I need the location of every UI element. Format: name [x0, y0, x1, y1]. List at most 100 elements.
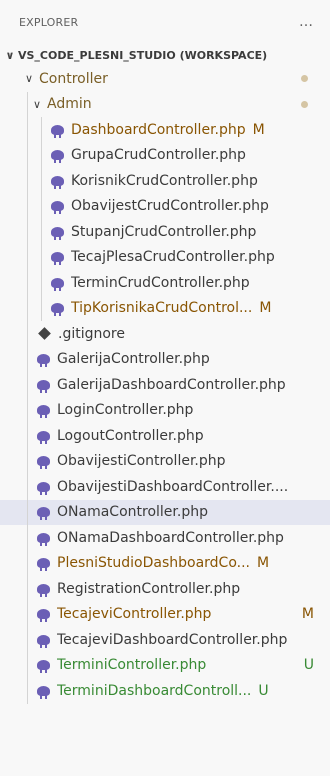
- chevron-down-icon: ∨: [32, 97, 42, 111]
- indent-guide: [27, 550, 28, 576]
- file-item[interactable]: DashboardController.php M: [0, 117, 330, 143]
- php-file-icon: [51, 124, 64, 138]
- modified-dot-icon: [301, 100, 308, 108]
- indent-guide: [27, 219, 28, 245]
- php-file-icon: [37, 354, 50, 368]
- file-name: LoginController.php: [57, 402, 194, 419]
- file-name: LogoutController.php: [57, 427, 204, 444]
- git-status-badge: M: [301, 605, 314, 622]
- file-name: StupanjCrudController.php: [71, 223, 257, 240]
- php-file-icon: [37, 609, 50, 623]
- chevron-down-icon: ∨: [5, 48, 15, 62]
- file-item[interactable]: ObavijestiController.php: [0, 448, 330, 474]
- file-item[interactable]: LogoutController.php: [0, 423, 330, 449]
- git-status-badge: M: [259, 300, 272, 317]
- indent-guide: [27, 193, 28, 219]
- php-file-icon: [37, 660, 50, 674]
- indent-guide: [27, 321, 28, 347]
- php-file-icon: [37, 685, 50, 699]
- php-file-icon: [37, 558, 50, 572]
- file-name: ONamaController.php: [57, 504, 208, 521]
- indent-guide: [27, 601, 28, 627]
- file-item[interactable]: TipKorisnikaCrudControl... M: [0, 295, 330, 321]
- file-item[interactable]: TerminiDashboardControll... U: [0, 678, 330, 704]
- php-file-icon: [37, 634, 50, 648]
- file-item[interactable]: GrupaCrudController.php: [0, 142, 330, 168]
- indent-guide: [27, 397, 28, 423]
- explorer-title: EXPLORER: [19, 15, 79, 29]
- file-name: TipKorisnikaCrudControl...: [71, 300, 253, 317]
- file-name: KorisnikCrudController.php: [71, 172, 258, 189]
- indent-guide: [27, 423, 28, 449]
- file-item[interactable]: GalerijaController.php: [0, 346, 330, 372]
- indent-guide: [27, 270, 28, 296]
- git-status-badge: U: [303, 656, 314, 673]
- controller-file-list: .gitignore GalerijaController.php Galerija…: [0, 321, 330, 704]
- file-item[interactable]: ONamaController.php: [0, 499, 330, 525]
- php-file-icon: [37, 481, 50, 495]
- file-name: PlesniStudioDashboardCo...: [57, 555, 250, 572]
- file-name: ObavijestiDashboardController....: [57, 478, 289, 495]
- indent-guide: [27, 525, 28, 551]
- file-item[interactable]: LoginController.php: [0, 397, 330, 423]
- file-item[interactable]: .gitignore: [0, 321, 330, 347]
- php-file-icon: [37, 379, 50, 393]
- indent-guide: [27, 372, 28, 398]
- php-file-icon: [51, 252, 64, 266]
- indent-guide: [41, 270, 42, 296]
- file-item[interactable]: TerminCrudController.php: [0, 270, 330, 296]
- file-name: TecajeviController.php: [57, 606, 212, 623]
- php-file-icon: [51, 175, 64, 189]
- folder-controller-label: Controller: [39, 70, 108, 87]
- modified-dot-icon: [301, 75, 308, 82]
- indent-guide: [27, 91, 28, 117]
- file-item[interactable]: TerminiController.php U: [0, 652, 330, 678]
- php-file-icon: [37, 430, 50, 444]
- file-item[interactable]: GalerijaDashboardController.php: [0, 372, 330, 398]
- file-item[interactable]: TecajeviController.php M: [0, 601, 330, 627]
- file-name: TerminCrudController.php: [71, 274, 250, 291]
- php-file-icon: [51, 277, 64, 291]
- workspace-name: VS_CODE_PLESNI_STUDIO (WORKSPACE): [18, 48, 268, 62]
- php-file-icon: [37, 456, 50, 470]
- file-item[interactable]: ObavijestCrudController.php: [0, 193, 330, 219]
- php-file-icon: [37, 532, 50, 546]
- php-file-icon: [51, 150, 64, 164]
- file-item[interactable]: StupanjCrudController.php: [0, 219, 330, 245]
- explorer-header: EXPLORER …: [0, 0, 330, 44]
- file-item[interactable]: KorisnikCrudController.php: [0, 168, 330, 194]
- file-item[interactable]: ObavijestiDashboardController....: [0, 474, 330, 500]
- indent-guide: [27, 678, 28, 704]
- indent-guide: [27, 346, 28, 372]
- indent-guide: [27, 448, 28, 474]
- folder-admin[interactable]: ∨ Admin: [0, 91, 330, 117]
- more-actions-icon[interactable]: …: [299, 14, 314, 30]
- indent-guide: [27, 295, 28, 321]
- indent-guide: [27, 168, 28, 194]
- indent-guide: [27, 244, 28, 270]
- file-item[interactable]: RegistrationController.php: [0, 576, 330, 602]
- indent-guide: [27, 474, 28, 500]
- file-item[interactable]: PlesniStudioDashboardCo... M: [0, 550, 330, 576]
- git-status-badge: M: [257, 555, 270, 572]
- indent-guide: [41, 295, 42, 321]
- indent-guide: [27, 627, 28, 653]
- file-item[interactable]: TecajeviDashboardController.php: [0, 627, 330, 653]
- indent-guide: [41, 244, 42, 270]
- chevron-down-icon: ∨: [24, 72, 34, 86]
- indent-guide: [27, 652, 28, 678]
- indent-guide: [41, 142, 42, 168]
- file-name: .gitignore: [58, 325, 125, 342]
- php-file-icon: [37, 583, 50, 597]
- file-name: RegistrationController.php: [57, 580, 241, 597]
- file-item[interactable]: TecajPlesaCrudController.php: [0, 244, 330, 270]
- admin-file-list: DashboardController.php M GrupaCrudControl…: [0, 117, 330, 321]
- php-file-icon: [51, 303, 64, 317]
- file-name: TecajeviDashboardController.php: [57, 631, 288, 648]
- workspace-root[interactable]: ∨ VS_CODE_PLESNI_STUDIO (WORKSPACE): [0, 44, 330, 66]
- git-status-badge: U: [258, 682, 269, 699]
- file-name: TecajPlesaCrudController.php: [71, 249, 275, 266]
- folder-controller[interactable]: ∨ Controller: [0, 66, 330, 92]
- file-item[interactable]: ONamaDashboardController.php: [0, 525, 330, 551]
- php-file-icon: [51, 226, 64, 240]
